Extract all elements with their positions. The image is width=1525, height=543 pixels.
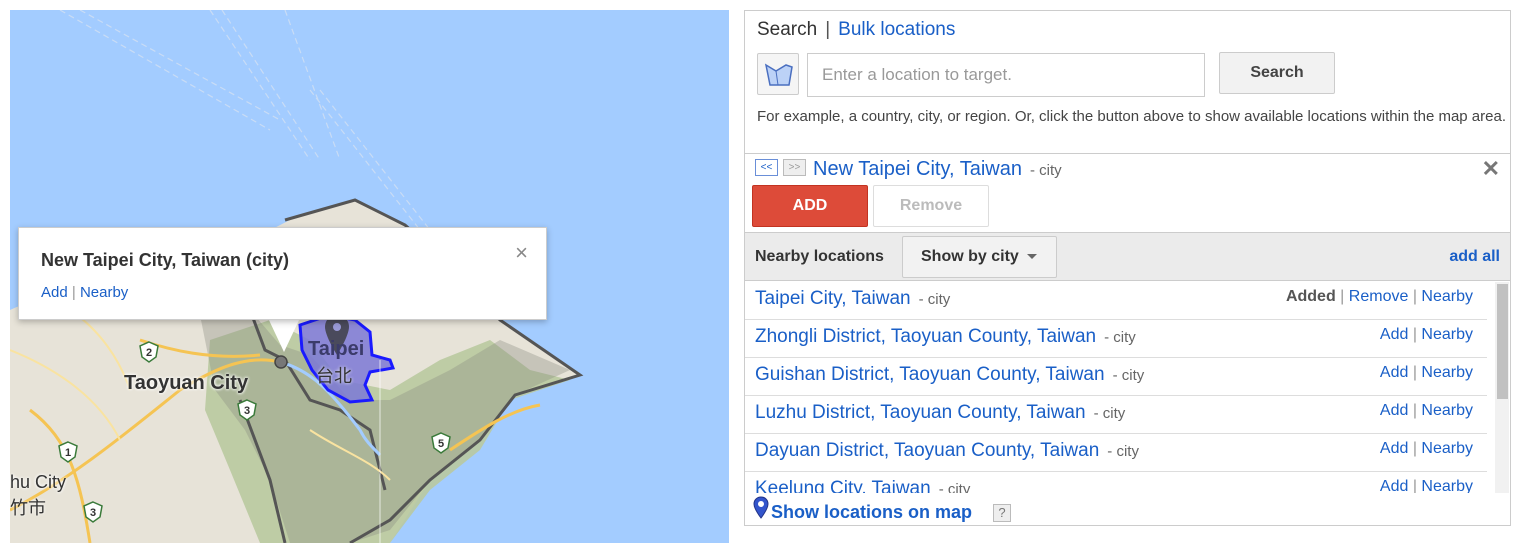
add-link[interactable]: Add [1380,440,1408,457]
show-by-label: Show by city [921,248,1019,265]
location-link[interactable]: Keelung City, Taiwan [755,478,931,493]
svg-text:1: 1 [65,447,71,459]
map-label-hsinchu-cjk: 竹市 [10,498,46,518]
separator: | [1412,478,1417,493]
panel-header: Search | Bulk locations [757,19,955,41]
svg-text:3: 3 [90,507,96,519]
close-icon[interactable]: × [515,240,528,266]
map-view[interactable]: Taoyuan City Taipei 台北 hu City 竹市 2 3 1 … [10,10,729,543]
map-area-icon [764,63,793,86]
add-link[interactable]: Add [1380,364,1408,381]
scrollbar-thumb[interactable] [1497,284,1508,399]
location-link[interactable]: Guishan District, Taoyuan County, Taiwan [755,364,1105,385]
tab-search[interactable]: Search [757,19,817,40]
selected-location: << >> New Taipei City, Taiwan - city ✕ AD… [745,153,1510,233]
route-shield-icon: 2 [139,341,159,363]
route-shield-icon: 1 [58,441,78,463]
nearby-locations-bar: Nearby locations Show by city add all [745,232,1510,281]
location-search-input[interactable] [807,53,1205,97]
nearby-list[interactable]: Taipei City, Taiwan - city Added | Remove… [745,282,1495,493]
popup-actions: Add | Nearby [41,284,128,301]
map-label-taoyuan: Taoyuan City [124,372,249,394]
location-type: - city [918,291,951,308]
next-button[interactable]: >> [783,159,806,176]
location-link[interactable]: Zhongli District, Taoyuan County, Taiwan [755,326,1096,347]
location-link[interactable]: Taipei City, Taiwan [755,288,911,309]
location-link[interactable]: Luzhu District, Taoyuan County, Taiwan [755,402,1086,423]
location-type: - city [1112,367,1145,384]
add-link[interactable]: Add [1380,326,1408,343]
popup-separator: | [71,284,76,301]
nearby-link[interactable]: Nearby [1421,364,1473,381]
map-label-hsinchu: hu City [10,472,67,492]
location-targeting-panel: Search | Bulk locations Search For example… [744,10,1511,526]
list-item: Keelung City, Taiwan - city Add | Nearby [745,472,1487,493]
separator: | [1412,402,1417,419]
separator: | [1412,440,1417,457]
search-hint: For example, a country, city, or region.… [757,108,1506,125]
search-button[interactable]: Search [1219,52,1335,94]
close-icon[interactable]: ✕ [1482,156,1500,182]
popup-tail [268,318,300,352]
location-type: - city [1104,329,1136,346]
add-link[interactable]: Add [1380,402,1408,419]
location-link[interactable]: Dayuan District, Taoyuan County, Taiwan [755,440,1099,461]
remove-button[interactable]: Remove [873,185,989,227]
list-item: Dayuan District, Taoyuan County, Taiwan -… [745,434,1487,472]
separator: | [1412,364,1417,381]
nearby-link[interactable]: Nearby [1421,402,1473,419]
separator: | [1412,326,1417,343]
show-map-locations-button[interactable] [757,53,799,95]
remove-link[interactable]: Remove [1349,288,1409,305]
svg-text:3: 3 [244,405,250,417]
chevron-down-icon [1026,254,1037,260]
map-label-taipei-cjk: 台北 [316,366,352,386]
svg-text:2: 2 [146,347,152,359]
route-shield-icon: 3 [237,399,257,421]
list-item: Taipei City, Taiwan - city Added | Remove… [745,282,1487,320]
nearby-link[interactable]: Nearby [1421,326,1473,343]
nearby-link[interactable]: Nearby [1421,478,1473,493]
location-type: - city [938,481,971,493]
add-link[interactable]: Add [1380,478,1408,493]
route-shield-icon: 3 [83,501,103,523]
location-popup: New Taipei City, Taiwan (city) Add | Nea… [18,227,547,320]
selected-location-name: New Taipei City, Taiwan - city [813,158,1062,181]
nearby-title: Nearby locations [755,248,884,265]
list-item: Guishan District, Taoyuan County, Taiwan… [745,358,1487,396]
svg-text:5: 5 [438,438,444,450]
nearby-link[interactable]: Nearby [1421,440,1473,457]
separator: | [1340,288,1345,305]
add-button[interactable]: ADD [752,185,868,227]
added-status: Added [1285,288,1336,305]
route-shield-icon: 5 [431,432,451,454]
popup-nearby-link[interactable]: Nearby [80,284,128,301]
tab-bulk-locations[interactable]: Bulk locations [838,19,955,40]
selected-location-link[interactable]: New Taipei City, Taiwan [813,158,1022,180]
location-type: - city [1107,443,1139,460]
previous-button[interactable]: << [755,159,778,176]
add-all-link[interactable]: add all [1449,248,1500,266]
list-item: Luzhu District, Taoyuan County, Taiwan - … [745,396,1487,434]
popup-title: New Taipei City, Taiwan (city) [41,250,290,270]
header-separator: | [825,19,831,40]
map-pin-icon [753,496,769,519]
location-type: - city [1093,405,1126,422]
popup-add-link[interactable]: Add [41,284,68,301]
separator: | [1412,288,1417,305]
nearby-link[interactable]: Nearby [1421,288,1473,305]
help-icon[interactable]: ? [993,504,1011,522]
list-item: Zhongli District, Taoyuan County, Taiwan… [745,320,1487,358]
show-by-dropdown[interactable]: Show by city [902,236,1057,278]
show-locations-on-map-link[interactable]: Show locations on map [771,502,972,523]
map-label-taipei: Taipei [308,338,365,360]
selected-location-type: - city [1029,162,1062,179]
